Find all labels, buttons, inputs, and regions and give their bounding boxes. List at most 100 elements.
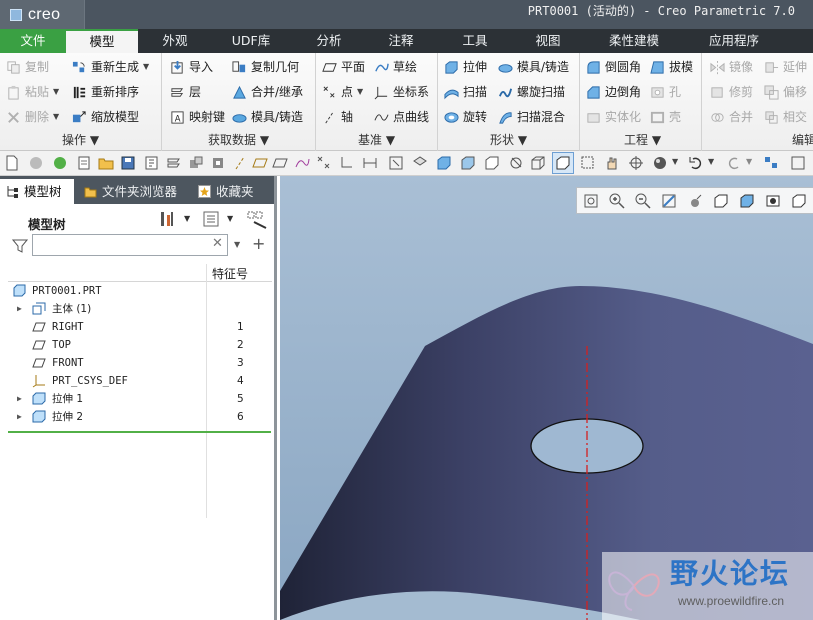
insert-here-marker[interactable] [8, 431, 271, 433]
display-icon[interactable] [210, 155, 226, 171]
tab-appearance[interactable]: 外观 [140, 29, 210, 53]
shell-button[interactable]: 壳 [650, 106, 681, 128]
mapkey-button[interactable]: A 映射键 [170, 106, 225, 128]
plane-display-icon[interactable] [272, 155, 288, 171]
app-logo[interactable]: creo [0, 0, 84, 29]
tab-analysis[interactable]: 分析 [296, 29, 362, 53]
chevron-down-icon[interactable]: ▼ [184, 214, 190, 223]
properties-icon[interactable] [144, 155, 160, 171]
add-icon[interactable]: + [252, 234, 265, 253]
point-button[interactable]: 点 ▼ [322, 81, 363, 103]
expand-icon[interactable]: ▶ [17, 300, 22, 318]
chevron-down-icon[interactable]: ▼ [746, 157, 752, 166]
no-hidden-icon[interactable] [508, 155, 524, 171]
group-label-get-data[interactable]: 获取数据 ▼ [208, 131, 269, 149]
revolve-button[interactable]: 旋转 [444, 106, 487, 128]
view-manager-icon[interactable] [765, 193, 781, 209]
grey-sphere-icon[interactable] [28, 155, 44, 171]
spin-center-icon[interactable] [628, 155, 644, 171]
reorder-button[interactable]: 重新排序 [72, 81, 139, 103]
merge-button[interactable]: 合并 [710, 106, 753, 128]
group-label-datum[interactable]: 基准 ▼ [358, 131, 395, 149]
save-icon[interactable] [120, 155, 136, 171]
tab-favorites[interactable]: 收藏夹 [192, 179, 272, 204]
sketch-display-icon[interactable] [294, 155, 310, 171]
merge-inherit-button[interactable]: 合并/继承 [232, 81, 303, 103]
wireframe-icon[interactable] [530, 155, 546, 171]
hole-button[interactable]: 孔 [650, 81, 681, 103]
refit-icon[interactable] [583, 193, 599, 209]
swept-blend-button[interactable]: 扫描混合 [498, 106, 565, 128]
green-sphere-icon[interactable] [52, 155, 68, 171]
show-options-icon[interactable] [202, 210, 220, 228]
model-tree-search-input[interactable] [32, 234, 228, 256]
pan-hand-icon[interactable] [604, 155, 620, 171]
regenerate-quick-icon[interactable] [764, 155, 780, 171]
regenerate-button[interactable]: 重新生成 ▼ [72, 56, 149, 78]
group-label-operations[interactable]: 操作 ▼ [62, 131, 99, 149]
tab-annotate[interactable]: 注释 [368, 29, 434, 53]
orient-icon[interactable] [412, 155, 428, 171]
active-display-style[interactable] [552, 152, 574, 174]
group-label-editing[interactable]: 编辑 [792, 131, 813, 149]
helical-sweep-button[interactable]: 螺旋扫描 [498, 81, 565, 103]
tree-row-csys[interactable]: PRT_CSYS_DEF 4 [8, 372, 272, 390]
redo-icon[interactable] [726, 155, 742, 171]
document-icon[interactable] [76, 155, 92, 171]
saved-orientations-icon[interactable] [739, 193, 755, 209]
chamfer-button[interactable]: 边倒角 [586, 81, 641, 103]
tab-view[interactable]: 视图 [515, 29, 581, 53]
perspective-icon[interactable] [687, 193, 703, 209]
display-style-icon[interactable] [713, 193, 729, 209]
axis-display-icon[interactable] [232, 155, 248, 171]
csys-display-icon[interactable] [338, 155, 354, 171]
tab-tools[interactable]: 工具 [442, 29, 508, 53]
intersect-button[interactable]: 相交 [764, 106, 807, 128]
column-display-icon[interactable] [246, 210, 268, 230]
chevron-down-icon[interactable]: ▼ [708, 157, 714, 166]
group-label-engineering[interactable]: 工程 ▼ [624, 131, 661, 149]
extend-button[interactable]: 延伸 [764, 56, 807, 78]
trim-button[interactable]: 修剪 [710, 81, 753, 103]
clear-search-icon[interactable]: ✕ [212, 236, 223, 251]
axis-button[interactable]: 轴 [322, 106, 353, 128]
draft-button[interactable]: 拔模 [650, 56, 693, 78]
layer-toggle-icon[interactable] [166, 155, 182, 171]
import-button[interactable]: 导入 [170, 56, 213, 78]
section-view-icon[interactable] [791, 193, 807, 209]
select-box-icon[interactable] [580, 155, 596, 171]
copy-geometry-button[interactable]: 复制几何 [232, 56, 299, 78]
point-display-icon[interactable] [316, 155, 332, 171]
sketch-button[interactable]: 草绘 [374, 56, 417, 78]
tab-applications[interactable]: 应用程序 [694, 29, 774, 53]
undo-icon[interactable] [688, 155, 704, 171]
tree-row-body[interactable]: ▶ 主体 (1) [8, 300, 272, 318]
shaded-display-icon[interactable] [436, 155, 452, 171]
shaded-edges-icon[interactable] [460, 155, 476, 171]
group-label-shapes[interactable]: 形状 ▼ [490, 131, 527, 149]
extrude-button[interactable]: 拉伸 [444, 56, 487, 78]
tree-row-right[interactable]: RIGHT 1 [8, 318, 272, 336]
chevron-down-icon[interactable]: ▼ [227, 214, 233, 223]
scale-model-button[interactable]: 缩放模型 [72, 106, 139, 128]
tab-flexible-modeling[interactable]: 柔性建模 [590, 29, 678, 53]
repaint-view-icon[interactable] [661, 193, 677, 209]
sweep-button[interactable]: 扫描 [444, 81, 487, 103]
tab-file[interactable]: 文件 [0, 29, 66, 53]
window-icon[interactable] [790, 155, 806, 171]
offset-button[interactable]: 偏移 [764, 81, 807, 103]
open-folder-icon[interactable] [98, 155, 114, 171]
mirror-button[interactable]: 镜像 [710, 56, 753, 78]
copy-button[interactable]: 复制 [6, 56, 49, 78]
tree-row-top[interactable]: TOP 2 [8, 336, 272, 354]
expand-icon[interactable]: ▶ [17, 408, 22, 426]
curve-through-points-button[interactable]: 点曲线 [374, 106, 429, 128]
hidden-line-icon[interactable] [484, 155, 500, 171]
settings-tools-icon[interactable] [158, 210, 176, 228]
plane-button[interactable]: 平面 [322, 56, 365, 78]
round-button[interactable]: 倒圆角 [586, 56, 641, 78]
repaint-icon[interactable] [388, 155, 404, 171]
tree-row-front[interactable]: FRONT 3 [8, 354, 272, 372]
tree-row-extrude-1[interactable]: ▶ 拉伸 1 5 [8, 390, 272, 408]
expand-icon[interactable]: ▶ [17, 390, 22, 408]
